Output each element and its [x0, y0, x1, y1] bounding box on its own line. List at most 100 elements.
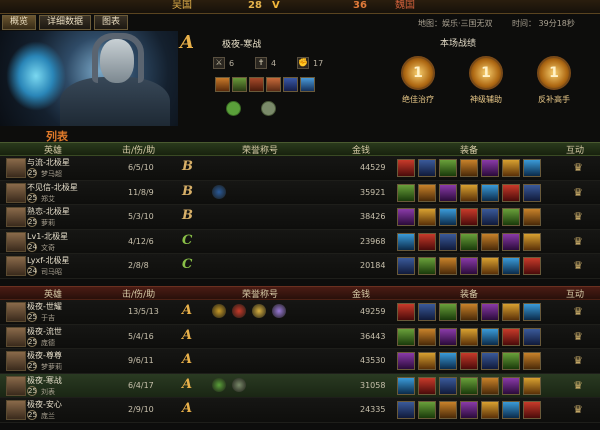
avatar[interactable]	[6, 158, 26, 178]
equip-slot-icon[interactable]	[481, 257, 499, 275]
like-icon[interactable]: ♛	[571, 379, 585, 393]
equip-slot-icon[interactable]	[481, 303, 499, 321]
tab-overview[interactable]: 概览	[2, 15, 37, 30]
equip-slot-icon[interactable]	[439, 401, 457, 419]
equip-slot-icon[interactable]	[397, 159, 415, 177]
equip-slot-icon[interactable]	[232, 77, 247, 92]
like-icon[interactable]: ♛	[571, 403, 585, 417]
equip-slot-icon[interactable]	[418, 401, 436, 419]
equip-slot-icon[interactable]	[481, 401, 499, 419]
avatar[interactable]	[6, 326, 26, 347]
like-icon[interactable]: ♛	[571, 235, 585, 249]
equip-slot-icon[interactable]	[502, 159, 520, 177]
equip-slot-icon[interactable]	[481, 159, 499, 177]
equip-slot-icon[interactable]	[215, 77, 230, 92]
equip-slot-icon[interactable]	[523, 208, 541, 226]
equip-slot-icon[interactable]	[481, 232, 499, 251]
equip-slot-icon[interactable]	[460, 232, 478, 251]
equip-slot-icon[interactable]	[439, 159, 457, 177]
equip-slot-icon[interactable]	[439, 208, 457, 226]
equip-slot-icon[interactable]	[502, 232, 520, 251]
equip-slot-icon[interactable]	[460, 183, 478, 202]
equip-slot-icon[interactable]	[502, 183, 520, 202]
equip-slot-icon[interactable]	[397, 376, 415, 395]
equip-slot-icon[interactable]	[460, 376, 478, 395]
equip-slot-icon[interactable]	[460, 352, 478, 370]
equip-slot-icon[interactable]	[439, 257, 457, 275]
equip-slot-icon[interactable]	[397, 327, 415, 346]
equip-slot-icon[interactable]	[439, 376, 457, 395]
equip-slot-icon[interactable]	[283, 77, 298, 92]
avatar[interactable]	[6, 231, 26, 252]
avatar[interactable]	[6, 207, 26, 227]
equip-slot-icon[interactable]	[397, 401, 415, 419]
equip-slot-icon[interactable]	[439, 303, 457, 321]
equip-slot-icon[interactable]	[502, 257, 520, 275]
equip-slot-icon[interactable]	[418, 183, 436, 202]
equip-slot-icon[interactable]	[266, 77, 281, 92]
equip-slot-icon[interactable]	[439, 327, 457, 346]
equip-slot-icon[interactable]	[460, 208, 478, 226]
equip-slot-icon[interactable]	[502, 208, 520, 226]
avatar[interactable]	[6, 400, 26, 420]
equip-slot-icon[interactable]	[418, 232, 436, 251]
equip-slot-icon[interactable]	[397, 183, 415, 202]
equip-slot-icon[interactable]	[418, 257, 436, 275]
equip-slot-icon[interactable]	[460, 257, 478, 275]
equip-slot-icon[interactable]	[523, 401, 541, 419]
equip-slot-icon[interactable]	[502, 303, 520, 321]
equip-slot-icon[interactable]	[502, 352, 520, 370]
equip-slot-icon[interactable]	[300, 77, 315, 92]
equip-slot-icon[interactable]	[439, 183, 457, 202]
like-icon[interactable]: ♛	[571, 354, 585, 368]
equip-slot-icon[interactable]	[523, 352, 541, 370]
avatar[interactable]	[6, 351, 26, 371]
equip-slot-icon[interactable]	[481, 208, 499, 226]
equip-slot-icon[interactable]	[418, 208, 436, 226]
equip-slot-icon[interactable]	[439, 352, 457, 370]
equip-slot-icon[interactable]	[460, 303, 478, 321]
equip-slot-icon[interactable]	[418, 159, 436, 177]
like-icon[interactable]: ♛	[571, 186, 585, 200]
equip-slot-icon[interactable]	[418, 376, 436, 395]
like-icon[interactable]: ♛	[571, 259, 585, 273]
equip-slot-icon[interactable]	[418, 352, 436, 370]
like-icon[interactable]: ♛	[571, 161, 585, 175]
equip-slot-icon[interactable]	[481, 183, 499, 202]
avatar[interactable]	[6, 256, 26, 276]
equip-slot-icon[interactable]	[397, 257, 415, 275]
equip-slot-icon[interactable]	[460, 401, 478, 419]
kda-value: 6/4/17	[128, 380, 154, 390]
equip-slot-icon[interactable]	[249, 77, 264, 92]
equip-slot-icon[interactable]	[523, 303, 541, 321]
equip-slot-icon[interactable]	[523, 327, 541, 346]
equip-slot-icon[interactable]	[439, 232, 457, 251]
equip-slot-icon[interactable]	[481, 327, 499, 346]
equip-slot-icon[interactable]	[460, 327, 478, 346]
equip-slot-icon[interactable]	[397, 232, 415, 251]
avatar[interactable]	[6, 302, 26, 322]
equip-slot-icon[interactable]	[481, 352, 499, 370]
equip-slot-icon[interactable]	[523, 159, 541, 177]
equip-slot-icon[interactable]	[397, 208, 415, 226]
equip-slot-icon[interactable]	[418, 303, 436, 321]
equip-slot-icon[interactable]	[397, 352, 415, 370]
equip-slot-icon[interactable]	[460, 159, 478, 177]
equip-slot-icon[interactable]	[523, 232, 541, 251]
equip-slot-icon[interactable]	[502, 376, 520, 395]
tab-details[interactable]: 详细数据	[39, 15, 92, 30]
equip-slot-icon[interactable]	[523, 183, 541, 202]
equip-slot-icon[interactable]	[418, 327, 436, 346]
tab-charts[interactable]: 图表	[94, 15, 129, 30]
like-icon[interactable]: ♛	[571, 210, 585, 224]
like-icon[interactable]: ♛	[571, 305, 585, 319]
avatar[interactable]	[6, 375, 26, 396]
equip-slot-icon[interactable]	[397, 303, 415, 321]
equip-slot-icon[interactable]	[481, 376, 499, 395]
equip-slot-icon[interactable]	[523, 257, 541, 275]
equip-slot-icon[interactable]	[502, 401, 520, 419]
equip-slot-icon[interactable]	[523, 376, 541, 395]
avatar[interactable]	[6, 182, 26, 203]
equip-slot-icon[interactable]	[502, 327, 520, 346]
like-icon[interactable]: ♛	[571, 330, 585, 344]
